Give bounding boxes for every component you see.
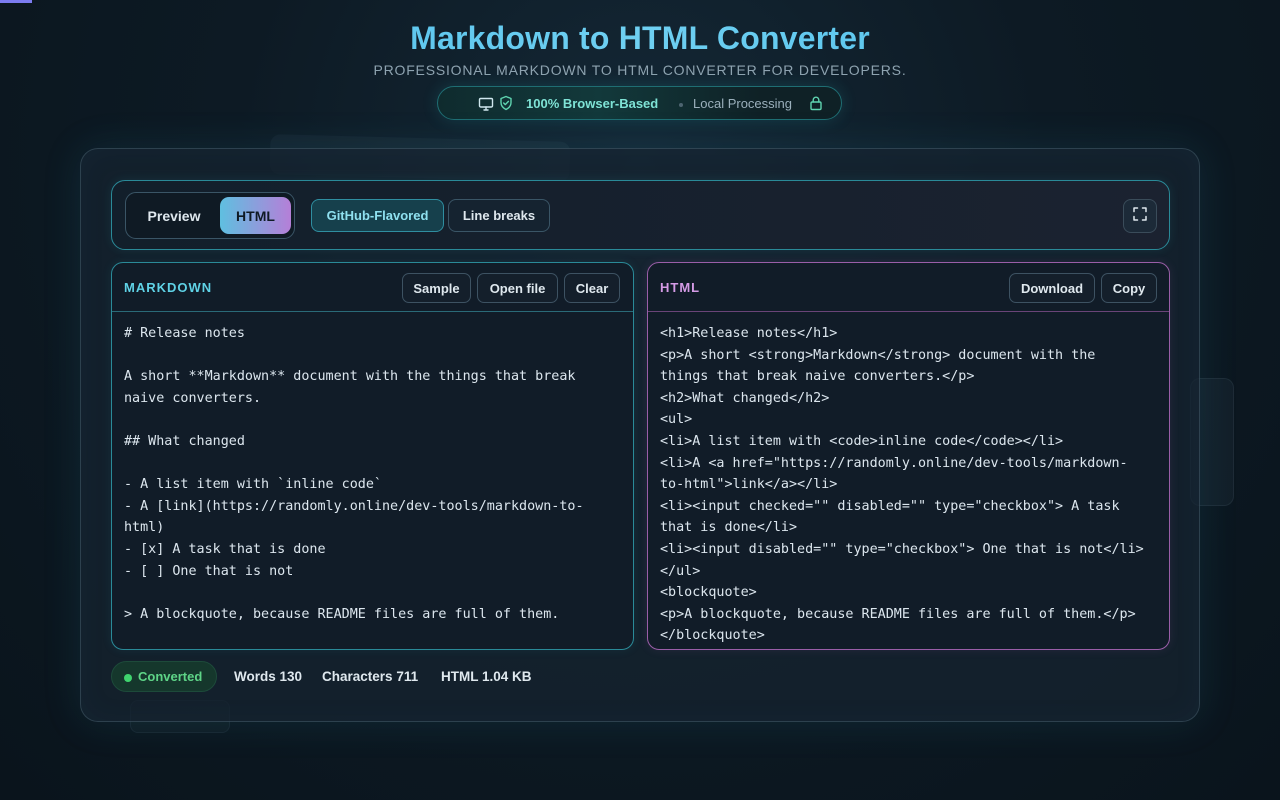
privacy-pill: 100% Browser-Based Local Processing [437,86,842,120]
html-panel: HTML Download Copy <h1>Release notes</h1… [647,262,1170,650]
status-bar: Converted Words 130 Characters 711 HTML … [111,661,811,692]
corner-accent [0,0,32,3]
page-subtitle: PROFESSIONAL MARKDOWN TO HTML CONVERTER … [373,62,907,78]
word-count-label: Words [234,669,276,684]
open-file-button[interactable]: Open file [477,273,558,303]
github-flavored-toggle[interactable]: GitHub-Flavored [311,199,444,232]
sample-button[interactable]: Sample [402,273,471,303]
download-button[interactable]: Download [1009,273,1095,303]
monitor-icon [478,96,494,112]
markdown-editor[interactable]: # Release notes A short **Markdown** doc… [124,323,624,625]
character-count: Characters 711 [322,669,418,684]
html-size-label: HTML [441,669,479,684]
character-count-label: Characters [322,669,393,684]
word-count: Words 130 [234,669,302,684]
status-badge-label: Converted [138,669,203,684]
markdown-panel-label: MARKDOWN [124,280,213,295]
clear-button[interactable]: Clear [564,273,620,303]
html-panel-header: HTML Download Copy [648,263,1169,312]
html-mode-button[interactable]: HTML [220,197,291,234]
copy-button[interactable]: Copy [1101,273,1157,303]
converter-toolbar: Preview HTML GitHub-Flavored Line breaks [111,180,1170,250]
markdown-panel-header: MARKDOWN Sample Open file Clear [112,263,633,312]
html-size-value: 1.04 KB [482,669,532,684]
view-mode-toggle: Preview HTML [125,192,295,239]
conversion-status-badge: Converted [111,661,217,692]
html-output[interactable]: <h1>Release notes</h1> <p>A short <stron… [660,323,1160,647]
status-dot [124,674,132,682]
line-breaks-toggle[interactable]: Line breaks [448,199,550,232]
character-count-value: 711 [396,669,419,684]
markdown-panel: MARKDOWN Sample Open file Clear # Releas… [111,262,634,650]
expand-icon [1132,206,1148,227]
shield-check-icon [498,95,514,111]
converter-card: Preview HTML GitHub-Flavored Line breaks… [80,148,1200,722]
html-panel-label: HTML [660,280,701,295]
browser-based-label: 100% Browser-Based [526,96,659,111]
fullscreen-button[interactable] [1123,199,1157,233]
preview-mode-button[interactable]: Preview [130,197,218,234]
pill-separator [679,103,683,107]
html-size: HTML 1.04 KB [441,669,532,684]
lock-icon [808,95,824,111]
word-count-value: 130 [279,669,303,684]
page-title: Markdown to HTML Converter [0,20,1280,57]
local-processing-label: Local Processing [693,96,792,111]
